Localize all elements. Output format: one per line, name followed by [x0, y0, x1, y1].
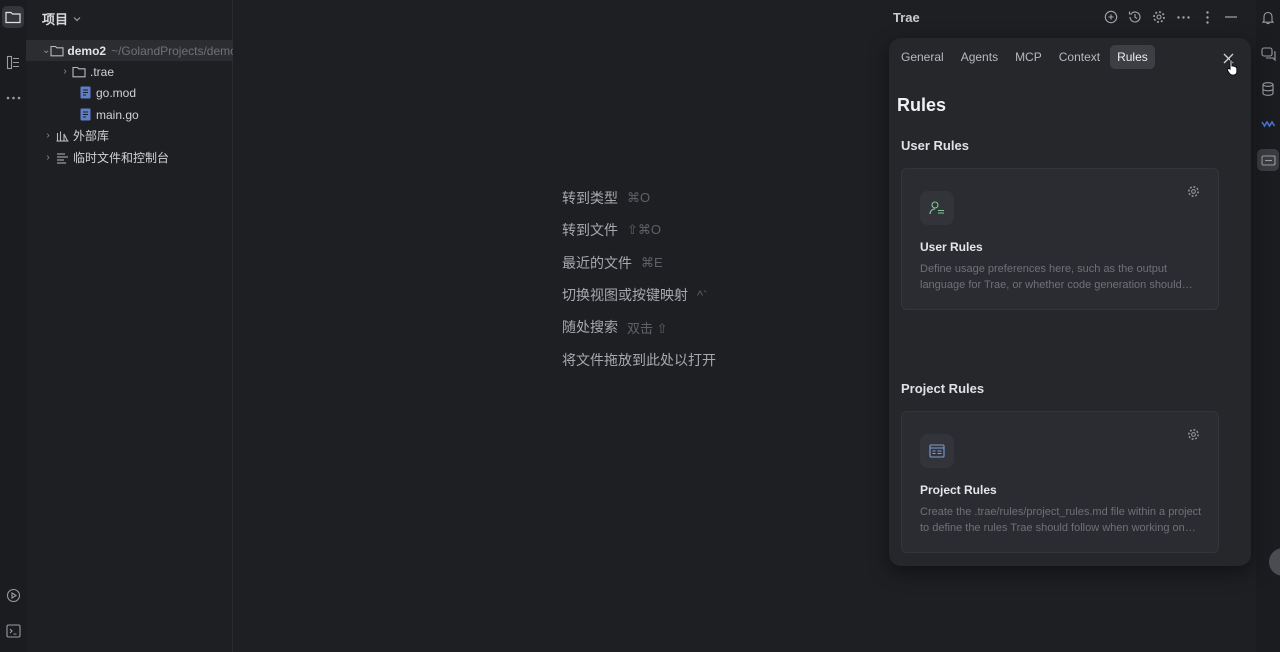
project-panel-title: 项目	[42, 12, 69, 27]
minimize-icon[interactable]	[1222, 8, 1240, 26]
welcome-label: 最近的文件	[562, 254, 632, 271]
chevron-right-icon[interactable]: ›	[59, 66, 71, 77]
folder-icon	[71, 66, 87, 78]
terminal-icon[interactable]	[2, 620, 24, 642]
user-rules-card-description: Define usage preferences here, such as t…	[920, 263, 1182, 291]
project-panel: 项目 ⌄ demo2 ~/GolandProjects/demo2 › .tra…	[26, 0, 233, 652]
project-rules-card-title: Project Rules	[920, 483, 997, 497]
tree-item-label: .trae	[90, 64, 115, 79]
welcome-drop-files: 将文件拖放到此处以打开	[562, 343, 716, 375]
chevron-down-icon	[73, 16, 81, 21]
shortcut-hint: 双击 ⇧	[627, 320, 668, 336]
tree-item-trae-folder[interactable]: › .trae	[26, 61, 233, 82]
welcome-switch-view[interactable]: 切换视图或按键映射 ^`	[562, 279, 716, 311]
folder-icon	[50, 45, 64, 57]
rules-page-title: Rules	[897, 95, 947, 115]
left-tool-strip	[0, 0, 26, 652]
go-mod-file-icon	[77, 86, 93, 99]
welcome-recent-files[interactable]: 最近的文件 ⌘E	[562, 247, 716, 279]
project-rules-settings-gear-icon[interactable]	[1186, 427, 1200, 441]
ai-chat-icon[interactable]	[1257, 43, 1279, 65]
project-folder-icon[interactable]	[2, 6, 24, 28]
shortcut-hint: ⌘E	[641, 254, 663, 270]
mouse-pointer-icon	[1227, 58, 1239, 81]
chevron-down-icon[interactable]: ⌄	[42, 45, 50, 56]
more-vertical-icon[interactable]	[1198, 8, 1216, 26]
welcome-search-everywhere[interactable]: 随处搜索 双击 ⇧	[562, 311, 716, 343]
editor-welcome: 转到类型 ⌘O 转到文件 ⇧⌘O 最近的文件 ⌘E 切换视图或按键映射 ^` 随…	[562, 182, 716, 376]
trae-settings-panel: General Agents MCP Context Rules Rules U…	[889, 38, 1251, 566]
welcome-label: 转到类型	[562, 190, 618, 207]
user-rules-icon	[920, 191, 954, 225]
new-chat-icon[interactable]	[1102, 8, 1120, 26]
user-rules-section-title: User Rules	[901, 138, 969, 153]
project-rules-section-title: Project Rules	[901, 381, 985, 396]
chevron-right-icon[interactable]: ›	[42, 130, 54, 141]
shortcut-hint: ⇧⌘O	[627, 222, 662, 238]
tree-item-main-go[interactable]: main.go	[26, 104, 233, 125]
user-rules-settings-gear-icon[interactable]	[1186, 184, 1200, 198]
project-rules-icon	[920, 434, 954, 468]
trae-wave-icon[interactable]	[1257, 113, 1279, 135]
shortcut-hint: ^`	[697, 287, 708, 303]
tree-item-label: go.mod	[96, 85, 137, 100]
library-icon	[54, 130, 70, 142]
tab-general[interactable]: General	[894, 45, 951, 69]
tab-agents[interactable]: Agents	[954, 45, 1005, 69]
settings-gear-icon[interactable]	[1150, 8, 1168, 26]
welcome-label: 切换视图或按键映射	[562, 287, 688, 304]
scratches-icon	[54, 152, 70, 164]
welcome-goto-type[interactable]: 转到类型 ⌘O	[562, 182, 716, 214]
tree-item-label: main.go	[96, 107, 139, 122]
history-icon[interactable]	[1126, 8, 1144, 26]
trae-panel-title: Trae	[893, 10, 920, 25]
tab-mcp[interactable]: MCP	[1008, 45, 1049, 69]
tree-item-label: 临时文件和控制台	[73, 151, 170, 165]
trae-header-actions	[1102, 8, 1240, 26]
more-horizontal-icon[interactable]	[1174, 8, 1192, 26]
tree-item-scratches-consoles[interactable]: › 临时文件和控制台	[26, 147, 233, 168]
welcome-label: 将文件拖放到此处以打开	[562, 351, 716, 368]
structure-icon[interactable]	[2, 51, 24, 73]
shortcut-hint: ⌘O	[627, 190, 651, 206]
notifications-bell-icon[interactable]	[1257, 6, 1279, 28]
tree-item-demo2[interactable]: ⌄ demo2 ~/GolandProjects/demo2	[26, 40, 233, 61]
run-services-icon[interactable]	[2, 584, 24, 606]
welcome-label: 随处搜索	[562, 319, 618, 336]
project-panel-header[interactable]: 项目	[42, 9, 82, 28]
trae-panel-toggle-icon[interactable]	[1257, 149, 1279, 171]
welcome-goto-file[interactable]: 转到文件 ⇧⌘O	[562, 214, 716, 246]
tree-item-label: demo2	[67, 43, 107, 58]
chevron-right-icon[interactable]: ›	[42, 152, 54, 163]
welcome-label: 转到文件	[562, 222, 618, 239]
more-tools-icon[interactable]	[2, 87, 24, 109]
project-rules-card-description: Create the .trae/rules/project_rules.md …	[920, 506, 1202, 534]
tab-context[interactable]: Context	[1052, 45, 1107, 69]
user-rules-card[interactable]: User Rules Define usage preferences here…	[901, 168, 1219, 310]
user-rules-card-title: User Rules	[920, 240, 983, 254]
tree-item-label: 外部库	[73, 129, 110, 143]
tree-item-go-mod[interactable]: go.mod	[26, 82, 233, 103]
tab-rules[interactable]: Rules	[1110, 45, 1155, 69]
database-icon[interactable]	[1257, 78, 1279, 100]
tree-item-external-libraries[interactable]: › 外部库	[26, 125, 233, 146]
project-path: ~/GolandProjects/demo2	[111, 43, 233, 58]
project-rules-card[interactable]: Project Rules Create the .trae/rules/pro…	[901, 411, 1219, 553]
go-file-icon	[77, 108, 93, 121]
settings-tabs: General Agents MCP Context Rules	[894, 45, 1155, 69]
